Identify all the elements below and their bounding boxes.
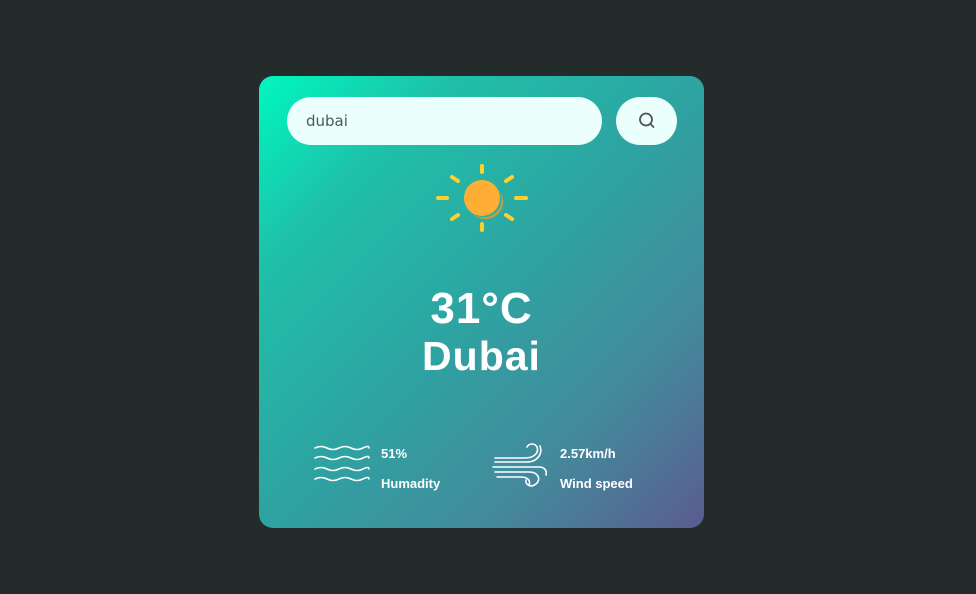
wind-label: Wind speed <box>560 476 633 491</box>
wind-icon <box>492 443 548 487</box>
humidity-waves-icon <box>314 445 370 482</box>
weather-card: 31°C Dubai 51% Humadity 2.57km/h Wind sp… <box>259 76 704 528</box>
search-icon <box>638 112 654 128</box>
humidity-label: Humadity <box>381 476 441 491</box>
sun-icon <box>436 164 528 232</box>
search-button[interactable] <box>616 97 677 145</box>
wind-value: 2.57km/h <box>560 446 616 461</box>
temperature: 31°C <box>430 284 533 333</box>
search-input[interactable] <box>287 97 602 145</box>
humidity-detail: 51% Humadity <box>313 442 463 492</box>
humidity-value: 51% <box>381 446 408 461</box>
city-name: Dubai <box>422 333 541 379</box>
wind-detail: 2.57km/h Wind speed <box>491 442 671 492</box>
